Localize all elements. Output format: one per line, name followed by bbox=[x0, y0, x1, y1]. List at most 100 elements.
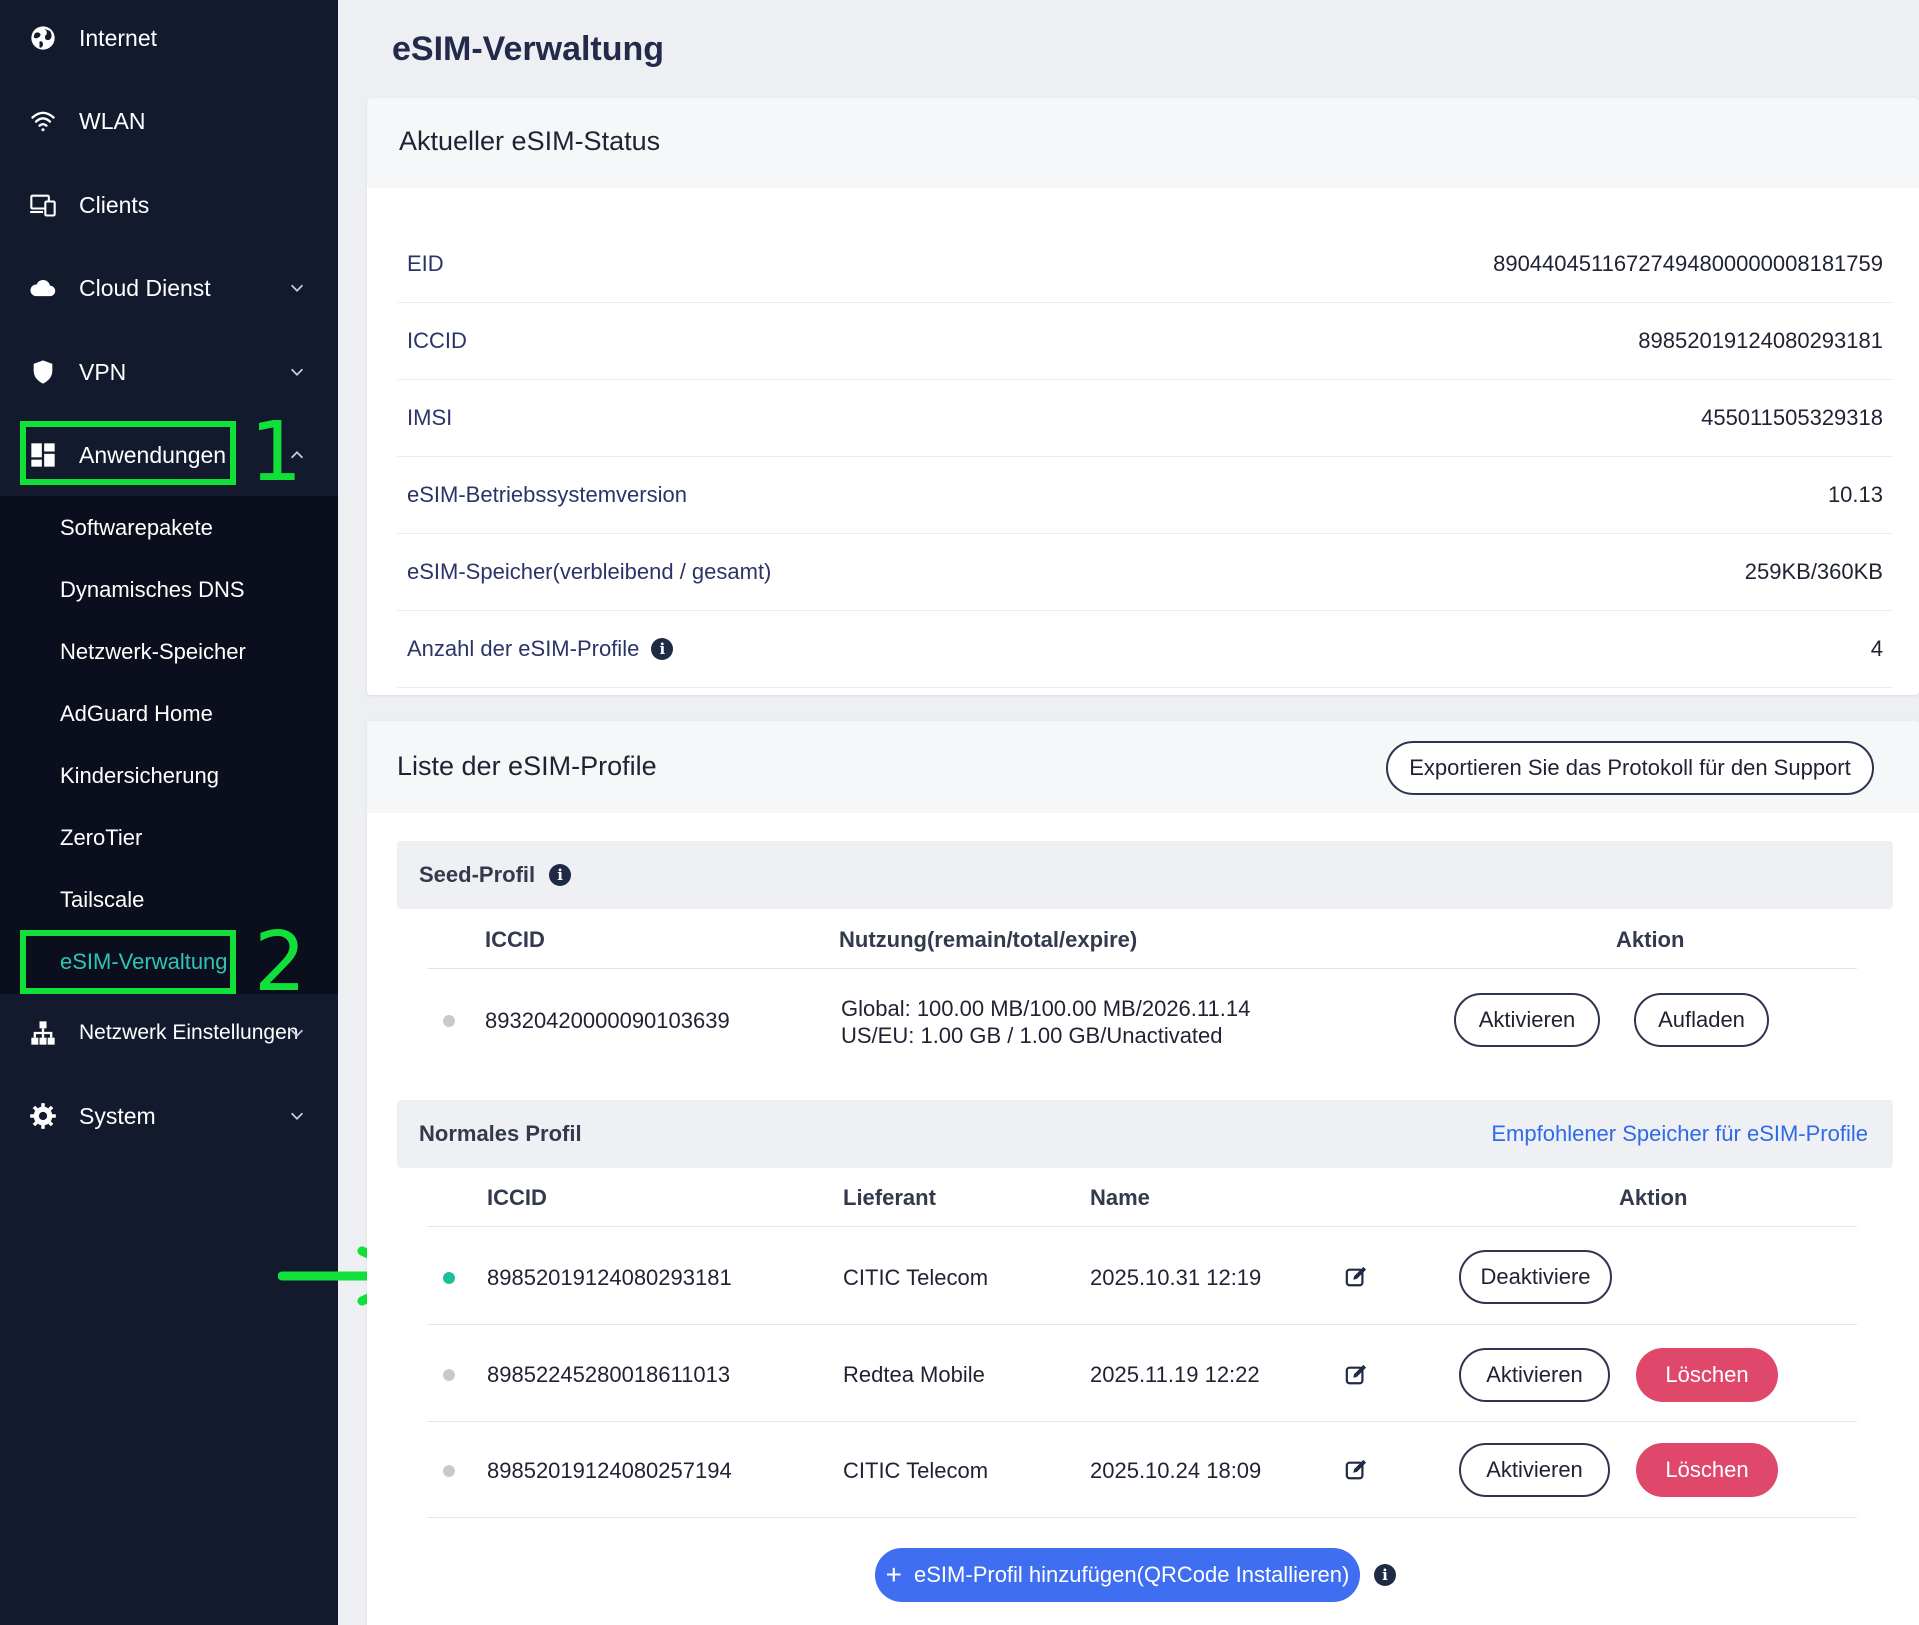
status-label: EID bbox=[407, 251, 444, 276]
nav-label-netzwerk-einstellungen: Netzwerk Einstellungen bbox=[79, 1021, 299, 1044]
nav-label-vpn: VPN bbox=[79, 358, 127, 385]
status-row-memory: eSIM-Speicher(verbleibend / gesamt) 259K… bbox=[397, 534, 1893, 611]
status-row-iccid: ICCID 8985201912408029318​1 bbox=[397, 303, 1893, 380]
edit-icon[interactable] bbox=[1345, 1459, 1367, 1481]
chevron-down-icon bbox=[290, 1029, 304, 1037]
delete-button[interactable]: Löschen bbox=[1636, 1348, 1778, 1402]
status-value: 4 bbox=[1870, 636, 1883, 661]
nav-item-vpn[interactable]: VPN bbox=[0, 337, 338, 407]
info-icon[interactable]: i bbox=[1374, 1564, 1396, 1586]
row-divider bbox=[427, 1517, 1857, 1518]
nav-item-system[interactable]: System bbox=[0, 1081, 338, 1151]
seed-header-iccid: ICCID bbox=[485, 927, 545, 952]
edit-icon[interactable] bbox=[1345, 1266, 1367, 1288]
normal-profile-title: Normales Profil bbox=[419, 1121, 582, 1146]
seed-profile-title-text: Seed-Profil bbox=[419, 862, 536, 887]
status-label: eSIM-Betriebssystemversion bbox=[407, 482, 687, 507]
status-dot-inactive bbox=[443, 1369, 455, 1381]
seed-topup-button[interactable]: Aufladen bbox=[1634, 993, 1769, 1047]
seed-iccid: 89320420000090103639 bbox=[485, 1008, 730, 1033]
seed-usage-global: Global: 100.00 MB/100.00 MB/2026.11.14 bbox=[841, 996, 1251, 1021]
status-value: 455011505329318 bbox=[1701, 405, 1883, 430]
nav-item-cloud-dienst[interactable]: Cloud Dienst bbox=[0, 253, 338, 323]
nav-item-wlan[interactable]: WLAN bbox=[0, 86, 338, 156]
seed-profile-bar: Seed-Profil i bbox=[397, 841, 1893, 909]
chevron-down-icon bbox=[290, 1112, 304, 1120]
add-esim-profile-button[interactable]: + eSIM-Profil hinzufügen(QRCode Installi… bbox=[875, 1548, 1360, 1602]
chevron-down-icon bbox=[290, 284, 304, 292]
nav-label-clients: Clients bbox=[79, 191, 150, 218]
sub-item-softwarepakete[interactable]: Softwarepakete bbox=[60, 506, 213, 550]
nav-item-clients[interactable]: Clients bbox=[0, 170, 338, 240]
sub-item-tailscale[interactable]: Tailscale bbox=[60, 878, 144, 922]
add-esim-profile-label: eSIM-Profil hinzufügen(QRCode Installier… bbox=[914, 1562, 1350, 1587]
row-divider bbox=[427, 1421, 1857, 1422]
highlight-box-anwendungen bbox=[20, 421, 236, 485]
deactivate-button[interactable]: Deaktiviere bbox=[1459, 1250, 1612, 1304]
status-label: IMSI bbox=[407, 405, 453, 430]
status-label: eSIM-Speicher(verbleibend / gesamt) bbox=[407, 559, 772, 584]
status-row-os-version: eSIM-Betriebssystemversion 10.13 bbox=[397, 457, 1893, 534]
normal-header-name: Name bbox=[1090, 1185, 1150, 1210]
status-dot-active bbox=[443, 1272, 455, 1284]
normal-header-action: Aktion bbox=[1619, 1185, 1688, 1210]
status-label-text: Anzahl der eSIM-Profile bbox=[407, 636, 640, 661]
normal-profile-bar: Normales Profil Empfohlener Speicher für… bbox=[397, 1100, 1893, 1168]
profile-iccid: 89852019124080293181 bbox=[487, 1265, 732, 1290]
status-row-profile-count: Anzahl der eSIM-Profile i 4 bbox=[397, 611, 1893, 688]
status-card-header: Aktueller eSIM-Status bbox=[367, 98, 1919, 188]
nav-label-cloud-dienst: Cloud Dienst bbox=[79, 274, 211, 301]
row-divider bbox=[427, 1324, 1857, 1325]
profile-iccid: 89852019124080257194 bbox=[487, 1458, 732, 1483]
annotation-marker-2: 2 bbox=[254, 915, 307, 1010]
profile-provider: Redtea Mobile bbox=[843, 1362, 985, 1387]
activate-button[interactable]: Aktivieren bbox=[1459, 1348, 1610, 1402]
edit-icon[interactable] bbox=[1345, 1364, 1367, 1386]
nav-item-internet[interactable]: Internet bbox=[0, 3, 338, 73]
seed-header-usage: Nutzung(remain/total/expire) bbox=[839, 927, 1138, 952]
status-row-imsi: IMSI 455011505329318 bbox=[397, 380, 1893, 457]
esim-status-card: Aktueller eSIM-Status EID 89044045116727… bbox=[367, 98, 1919, 695]
normal-header-iccid: ICCID bbox=[487, 1185, 547, 1210]
normal-header-provider: Lieferant bbox=[843, 1185, 936, 1210]
sub-item-dynamisches-dns[interactable]: Dynamisches DNS bbox=[60, 568, 245, 612]
info-icon[interactable]: i bbox=[549, 864, 572, 886]
delete-button[interactable]: Löschen bbox=[1636, 1443, 1778, 1497]
sub-item-netzwerk-speicher[interactable]: Netzwerk-Speicher bbox=[60, 630, 246, 674]
row-divider bbox=[427, 968, 1857, 969]
status-value: 8985201912408029318​1 bbox=[1638, 328, 1883, 353]
plus-icon: + bbox=[885, 1559, 903, 1590]
seed-usage-us-eu: US/EU: 1.00 GB / 1.00 GB/Unactivated bbox=[841, 1023, 1223, 1048]
cloud-icon bbox=[28, 273, 58, 303]
status-label: Anzahl der eSIM-Profile i bbox=[407, 636, 674, 662]
status-dot-inactive bbox=[443, 1015, 455, 1027]
nav-label-system: System bbox=[79, 1102, 156, 1129]
profile-name: 2025.10.31 12:19 bbox=[1090, 1265, 1262, 1290]
activate-button[interactable]: Aktivieren bbox=[1459, 1443, 1610, 1497]
status-dot-inactive bbox=[443, 1465, 455, 1477]
sub-item-adguard-home[interactable]: AdGuard Home bbox=[60, 692, 213, 736]
sub-item-kindersicherung[interactable]: Kindersicherung bbox=[60, 754, 219, 798]
status-value: 89044045116727494800000008181759 bbox=[1493, 251, 1883, 276]
nav-label-internet: Internet bbox=[79, 24, 157, 51]
shield-icon bbox=[28, 357, 58, 387]
esim-profiles-card: Liste der eSIM-Profile Exportieren Sie d… bbox=[367, 721, 1919, 1625]
profile-name: 2025.11.19 12:22 bbox=[1090, 1362, 1260, 1387]
page-title: eSIM-Verwaltung bbox=[392, 30, 665, 68]
profile-name: 2025.10.24 18:09 bbox=[1090, 1458, 1262, 1483]
highlight-box-esim-verwaltung bbox=[20, 930, 236, 994]
seed-activate-button[interactable]: Aktivieren bbox=[1454, 993, 1600, 1047]
status-value: 259KB/360KB bbox=[1744, 559, 1883, 584]
info-icon[interactable]: i bbox=[651, 638, 674, 660]
sidebar: Internet WLAN Clients Cloud Dienst VPN A… bbox=[0, 0, 338, 1625]
sub-item-zerotier[interactable]: ZeroTier bbox=[60, 816, 142, 860]
chevron-down-icon bbox=[290, 368, 304, 376]
profile-iccid: 89852245280018611013 bbox=[487, 1362, 731, 1387]
export-log-button[interactable]: Exportieren Sie das Protokoll für den Su… bbox=[1386, 741, 1874, 795]
devices-icon bbox=[28, 190, 58, 220]
recommended-storage-link[interactable]: Empfohlener Speicher für eSIM-Profile bbox=[1491, 1121, 1868, 1147]
gear-icon bbox=[28, 1101, 58, 1131]
annotation-marker-1: 1 bbox=[250, 405, 303, 500]
seed-header-action: Aktion bbox=[1616, 927, 1685, 952]
status-value: 10.13 bbox=[1827, 482, 1883, 507]
